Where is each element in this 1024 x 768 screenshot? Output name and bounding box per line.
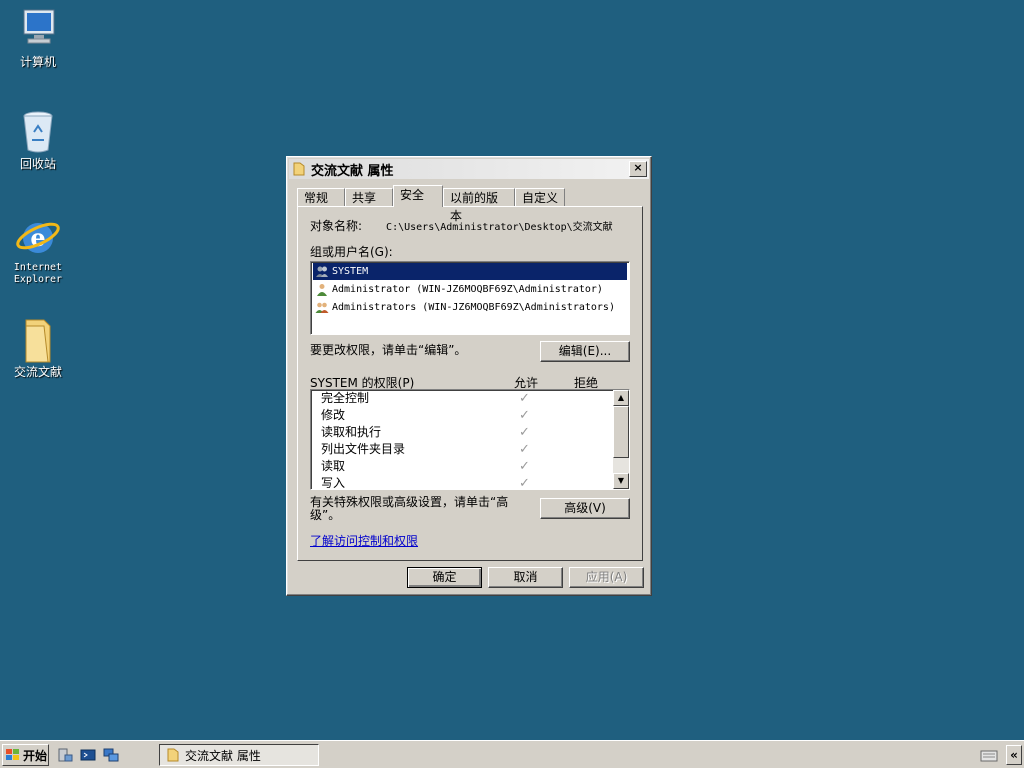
internet-explorer-icon: e — [14, 212, 62, 260]
desktop-icon-label: Internet Explorer — [13, 262, 63, 285]
folder-icon — [167, 748, 179, 762]
security-tab-panel: 对象名称: C:\Users\Administrator\Desktop\交流文献… — [297, 206, 643, 561]
taskbar-window-button[interactable]: 交流文献 属性 — [159, 744, 319, 766]
learn-access-control-link[interactable]: 了解访问控制和权限 — [310, 532, 418, 549]
desktop-icon-computer[interactable]: 计算机 — [6, 6, 70, 69]
desktop-icon-folder[interactable]: 交流文献 — [6, 316, 70, 379]
folder-icon — [293, 162, 305, 176]
scroll-thumb[interactable] — [613, 406, 629, 458]
tab-previous-versions[interactable]: 以前的版本 — [443, 188, 515, 223]
permission-list[interactable]: 完全控制 ✓ 修改 ✓ 读取和执行 ✓ 列出文件夹目录 ✓ 读取 ✓ 写入 ✓ ▲ ▼ — [310, 389, 630, 490]
windows-logo-icon — [6, 749, 19, 760]
desktop-icon-internet-explorer[interactable]: e Internet Explorer — [6, 212, 70, 286]
allow-check-icon: ✓ — [519, 408, 530, 423]
tab-sharing[interactable]: 共享 — [345, 188, 393, 207]
user-name: Administrators (WIN-JZ6MOQBF69Z\Administ… — [332, 302, 615, 313]
permission-row: 列出文件夹目录 ✓ — [311, 441, 629, 458]
start-button[interactable]: 开始 — [2, 744, 49, 766]
object-name-row: 对象名称: C:\Users\Administrator\Desktop\交流文献 — [310, 217, 613, 234]
user-item-administrator[interactable]: Administrator (WIN-JZ6MOQBF69Z\Administr… — [313, 281, 627, 298]
permission-name: 写入 — [321, 476, 346, 490]
system-tray: « — [980, 744, 1022, 766]
object-name-label: 对象名称: — [310, 219, 363, 233]
advanced-hint: 有关特殊权限或高级设置，请单击“高级”。 — [310, 495, 509, 522]
desktop-icon-label: 交流文献 — [13, 365, 62, 379]
user-group-icon — [316, 266, 328, 277]
scroll-down-arrow-icon[interactable]: ▼ — [613, 473, 629, 489]
permission-name: 读取和执行 — [321, 425, 382, 439]
powershell-icon[interactable] — [80, 747, 96, 763]
apply-button[interactable]: 应用(A) — [569, 567, 644, 588]
desktop-icon-recycle-bin[interactable]: 回收站 — [6, 108, 70, 171]
allow-check-icon: ✓ — [519, 459, 530, 474]
user-item-administrators[interactable]: Administrators (WIN-JZ6MOQBF69Z\Administ… — [313, 299, 627, 316]
tray-expand-button[interactable]: « — [1006, 745, 1022, 765]
tab-strip: 常规 共享 安全 以前的版本 自定义 — [297, 185, 565, 223]
server-manager-icon[interactable] — [57, 747, 73, 763]
properties-dialog: 交流文献 属性 × 常规 共享 安全 以前的版本 自定义 对象名称: C:\Use… — [286, 156, 652, 596]
keyboard-icon[interactable] — [980, 748, 998, 762]
user-name: Administrator (WIN-JZ6MOQBF69Z\Administr… — [332, 284, 603, 295]
permission-name: 完全控制 — [321, 391, 370, 405]
ok-button[interactable]: 确定 — [407, 567, 482, 588]
advanced-button[interactable]: 高级(V) — [540, 498, 630, 519]
permission-scrollbar[interactable]: ▲ ▼ — [613, 390, 629, 489]
title-bar[interactable]: 交流文献 属性 × — [289, 159, 649, 179]
permission-name: 读取 — [321, 459, 346, 473]
show-desktop-icon[interactable] — [103, 747, 119, 763]
edit-button[interactable]: 编辑(E)... — [540, 341, 630, 362]
start-label: 开始 — [23, 748, 48, 763]
user-item-system[interactable]: SYSTEM — [313, 263, 627, 280]
taskbar-window-label: 交流文献 属性 — [185, 748, 261, 763]
folder-icon — [14, 316, 62, 364]
permission-row: 完全控制 ✓ — [311, 390, 629, 407]
close-button[interactable]: × — [629, 161, 647, 177]
permission-row: 修改 ✓ — [311, 407, 629, 424]
edit-hint: 要更改权限，请单击“编辑”。 — [310, 343, 467, 357]
desktop-icon-label: 回收站 — [19, 157, 56, 171]
scroll-up-arrow-icon[interactable]: ▲ — [613, 390, 629, 406]
cancel-button[interactable]: 取消 — [488, 567, 563, 588]
allow-check-icon: ✓ — [519, 425, 530, 440]
permission-name: 修改 — [321, 408, 346, 422]
tab-general[interactable]: 常规 — [297, 188, 345, 207]
allow-check-icon: ✓ — [519, 476, 530, 490]
permission-row: 读取和执行 ✓ — [311, 424, 629, 441]
tab-customize[interactable]: 自定义 — [515, 188, 565, 207]
group-user-label: 组或用户名(G): — [310, 245, 393, 259]
user-name: SYSTEM — [332, 266, 369, 277]
object-path: C:\Users\Administrator\Desktop\交流文献 — [386, 222, 613, 233]
allow-check-icon: ✓ — [519, 391, 530, 406]
allow-check-icon: ✓ — [519, 442, 530, 457]
user-icon — [317, 284, 327, 296]
desktop-icon-label: 计算机 — [19, 55, 56, 69]
recycle-bin-icon — [14, 108, 62, 156]
permission-row: 写入 ✓ — [311, 475, 629, 490]
user-group-icon — [315, 302, 329, 313]
permission-row: 读取 ✓ — [311, 458, 629, 475]
tab-security[interactable]: 安全 — [393, 185, 443, 207]
user-list[interactable]: SYSTEM Administrator (WIN-JZ6MOQBF69Z\Ad… — [310, 261, 630, 335]
taskbar: 开始 交流文献 属性 « — [0, 740, 1024, 768]
permission-name: 列出文件夹目录 — [321, 442, 406, 456]
dialog-title: 交流文献 属性 — [311, 163, 394, 179]
computer-icon — [14, 6, 62, 54]
